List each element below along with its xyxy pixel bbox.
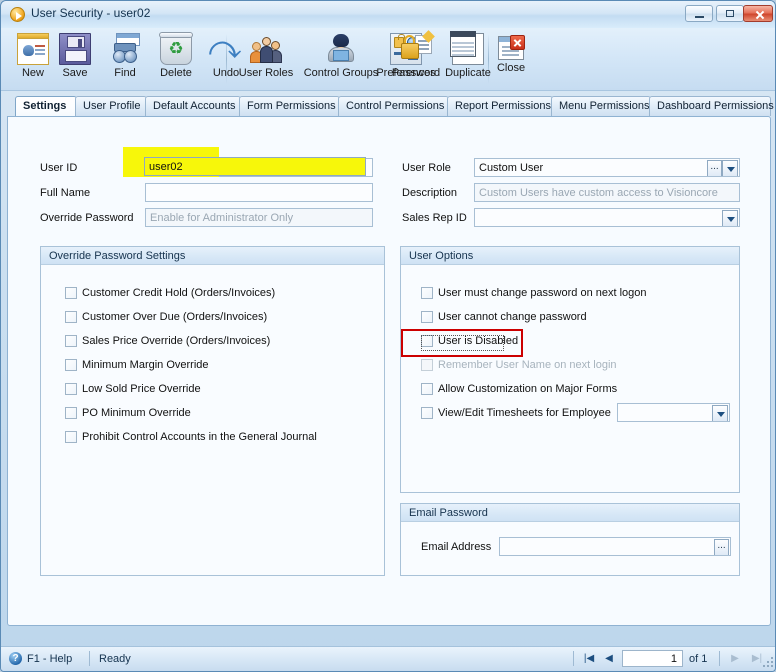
minimize-icon (686, 6, 712, 21)
page-count-label: of 1 (689, 653, 707, 665)
help-question-icon[interactable]: ? (9, 652, 22, 665)
minimize-button[interactable] (685, 5, 713, 22)
checkbox-low-sold-price-override[interactable]: Low Sold Price Override (65, 383, 201, 396)
find-binoculars-icon (109, 33, 141, 65)
title-bar: User Security - user02 (1, 1, 776, 29)
checkbox-minimum-margin-override[interactable]: Minimum Margin Override (65, 359, 209, 372)
checkbox-customer-credit-hold[interactable]: Customer Credit Hold (Orders/Invoices) (65, 287, 275, 300)
timesheet-employee-dropdown-button[interactable] (712, 405, 728, 422)
find-button-label: Find (101, 67, 149, 79)
tab-form-permissions[interactable]: Form Permissions (239, 96, 340, 116)
settings-tab-panel: User ID Full Name Override Password user… (7, 116, 771, 626)
sales-rep-id-input[interactable] (474, 208, 740, 227)
status-text: Ready (99, 653, 131, 665)
status-separator-2 (573, 651, 574, 666)
full-name-label: Full Name (40, 187, 90, 199)
delete-button[interactable]: Delete (149, 30, 203, 88)
email-password-group: Email Password Email Address ... (400, 503, 740, 576)
override-password-settings-title: Override Password Settings (41, 247, 384, 265)
nav-next-button[interactable]: ▶ (727, 652, 743, 666)
close-button-label: Close (488, 62, 534, 74)
user-roles-button-label: User Roles (233, 67, 299, 79)
tab-user-profile[interactable]: User Profile (75, 96, 147, 116)
user-role-label: User Role (402, 162, 451, 174)
user-id-label: User ID (40, 162, 77, 174)
checkbox-view-edit-timesheets[interactable]: View/Edit Timesheets for Employee (421, 407, 611, 420)
tab-report-permissions[interactable]: Report Permissions (447, 96, 553, 116)
toolbar: New Save Find Delete Undo User Roles Con (1, 28, 776, 91)
user-security-window: User Security - user02 New Save Find Del… (0, 0, 776, 672)
save-button[interactable]: Save (51, 30, 99, 88)
find-button[interactable]: Find (101, 30, 149, 88)
user-role-ellipsis-button[interactable]: ... (707, 160, 722, 177)
tab-settings[interactable]: Settings (15, 96, 77, 117)
new-record-icon (17, 33, 49, 65)
nav-first-button[interactable]: |◀ (581, 652, 597, 666)
new-button-label: New (9, 67, 57, 79)
save-floppy-icon (59, 33, 91, 65)
override-password-settings-group: Override Password Settings Customer Cred… (40, 246, 385, 576)
status-bar: ? F1 - Help Ready |◀ ◀ 1 of 1 ▶ ▶| (1, 646, 776, 671)
resize-grip[interactable] (763, 657, 775, 669)
checkbox-prohibit-control-accounts[interactable]: Prohibit Control Accounts in the General… (65, 431, 317, 444)
delete-button-label: Delete (149, 67, 203, 79)
tab-control-permissions[interactable]: Control Permissions (338, 96, 449, 116)
sales-rep-id-dropdown-button[interactable] (722, 210, 738, 227)
timesheet-employee-select[interactable] (617, 403, 730, 422)
email-address-ellipsis-button[interactable]: ... (714, 539, 729, 556)
description-label: Description (402, 187, 457, 199)
window-title: User Security - user02 (31, 6, 150, 20)
checkbox-allow-customization[interactable]: Allow Customization on Major Forms (421, 383, 617, 396)
status-separator-3 (719, 651, 720, 666)
user-role-input[interactable]: Custom User... (474, 158, 740, 177)
user-roles-button[interactable]: User Roles (233, 30, 299, 88)
checkbox-remember-user-name: Remember User Name on next login (421, 359, 617, 372)
tab-menu-permissions[interactable]: Menu Permissions (551, 96, 651, 116)
close-window-icon (498, 36, 524, 60)
user-is-disabled-focus-outline (421, 335, 504, 351)
checkbox-must-change-password[interactable]: User must change password on next logon (421, 287, 647, 300)
user-id-input-highlighted[interactable]: user02 (144, 157, 366, 176)
password-lock-icon (400, 33, 432, 65)
app-play-circle-icon (10, 7, 25, 22)
tab-default-accounts[interactable]: Default Accounts (145, 96, 241, 116)
close-button[interactable]: Close (488, 30, 534, 88)
page-number-input[interactable]: 1 (622, 650, 683, 667)
override-password-label: Override Password (40, 212, 134, 224)
close-window-button[interactable] (743, 5, 773, 22)
full-name-input[interactable] (145, 183, 373, 202)
delete-trash-icon (160, 33, 192, 65)
email-address-label: Email Address (421, 541, 491, 553)
maximize-icon (717, 6, 743, 21)
maximize-button[interactable] (716, 5, 744, 22)
checkbox-po-minimum-override[interactable]: PO Minimum Override (65, 407, 191, 420)
override-password-input[interactable]: Enable for Administrator Only (145, 208, 373, 227)
email-password-title: Email Password (401, 504, 739, 522)
user-roles-icon (250, 33, 282, 65)
user-options-group: User Options User must change password o… (400, 246, 740, 493)
new-button[interactable]: New (9, 30, 57, 88)
save-button-label: Save (51, 67, 99, 79)
help-text[interactable]: F1 - Help (27, 653, 72, 665)
user-options-title: User Options (401, 247, 739, 265)
tab-strip: Settings User Profile Default Accounts F… (7, 96, 771, 116)
sales-rep-id-label: Sales Rep ID (402, 212, 467, 224)
checkbox-customer-over-due[interactable]: Customer Over Due (Orders/Invoices) (65, 311, 267, 324)
nav-prev-button[interactable]: ◀ (601, 652, 617, 666)
description-input: Custom Users have custom access to Visio… (474, 183, 740, 202)
checkbox-sales-price-override[interactable]: Sales Price Override (Orders/Invoices) (65, 335, 270, 348)
tab-dashboard-permissions[interactable]: Dashboard Permissions (649, 96, 771, 116)
user-role-dropdown-button[interactable] (722, 160, 738, 177)
checkbox-cannot-change-password[interactable]: User cannot change password (421, 311, 587, 324)
status-separator-1 (89, 651, 90, 666)
email-address-input[interactable]: ... (499, 537, 731, 556)
duplicate-icon (452, 33, 484, 65)
